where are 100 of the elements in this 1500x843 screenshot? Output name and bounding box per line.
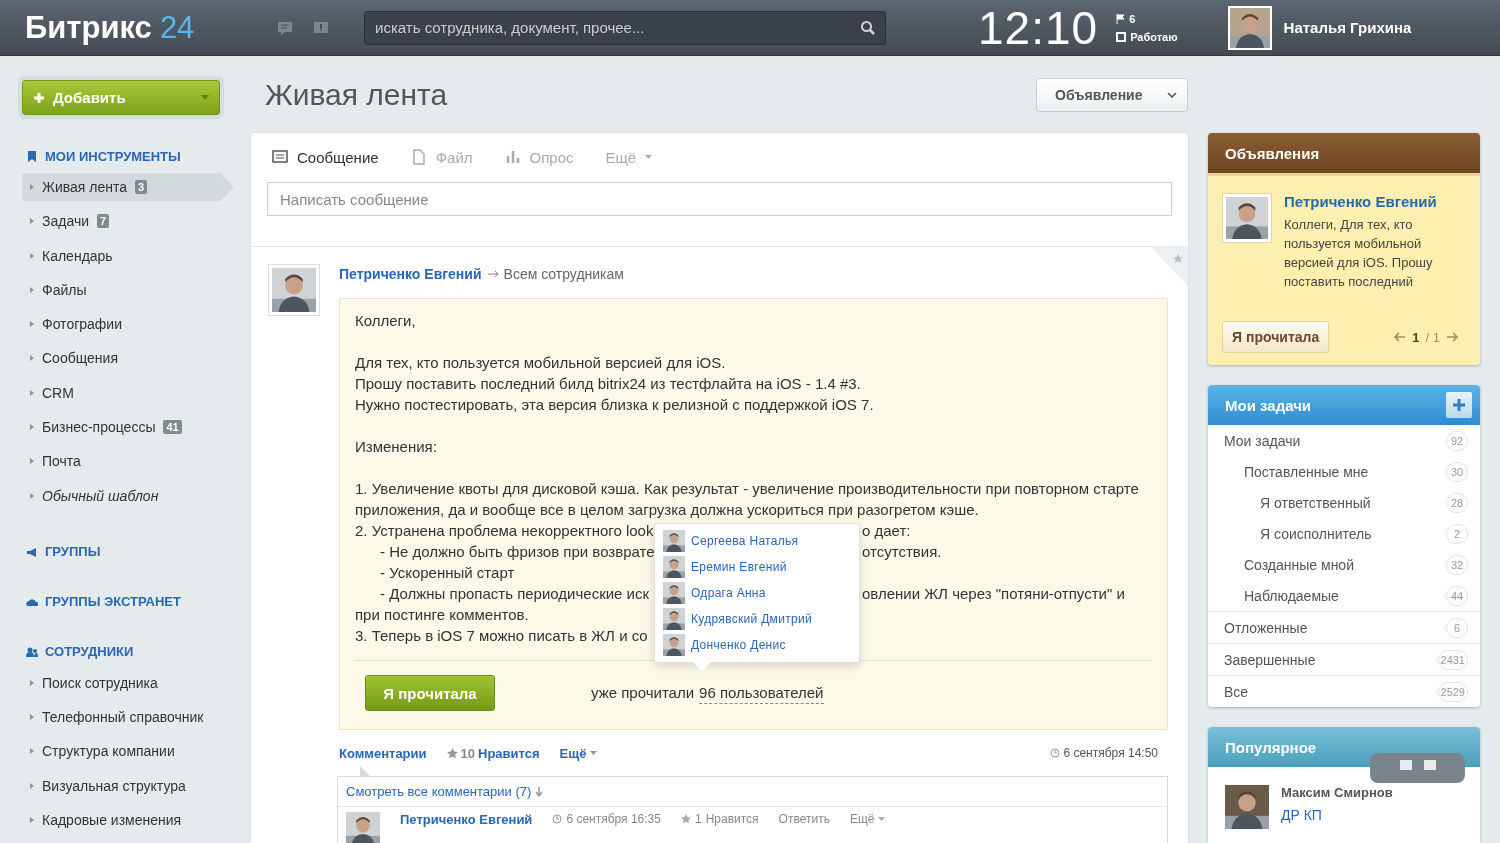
reader-link[interactable]: Кудрявский Дмитрий — [691, 612, 812, 626]
reader-link[interactable]: Одрага Анна — [691, 586, 766, 600]
post-text: 2. Устранена проблема некорректного look — [355, 522, 654, 539]
user-name[interactable]: Наталья Грихина — [1283, 19, 1412, 36]
people-icon — [26, 645, 38, 658]
stop-icon — [1116, 31, 1127, 42]
more-link[interactable]: Ещё — [559, 745, 587, 761]
add-task-button[interactable] — [1446, 392, 1472, 418]
view-all-comments-link[interactable]: Смотреть все комментарии (7) — [346, 784, 532, 799]
composer-tab[interactable]: Сообщение — [272, 145, 379, 169]
star-icon[interactable] — [1150, 246, 1188, 286]
author-link[interactable]: Петриченко Евгений — [1284, 193, 1466, 210]
task-filter-item[interactable]: Все 2529 — [1208, 676, 1480, 707]
sidebar-item[interactable]: Задачи 7 — [22, 207, 220, 236]
left-arrow-icon[interactable] — [1394, 332, 1407, 342]
message-icon — [272, 149, 288, 165]
read-button[interactable]: Я прочитала — [1222, 321, 1330, 353]
arrow-icon — [487, 270, 500, 278]
search-field[interactable]: искать сотрудника, документ, прочее... — [364, 10, 886, 45]
post-text: - Должны пропасть периодические иск — [380, 585, 650, 602]
post-text: Коллеги, — [355, 312, 416, 329]
task-filter-item[interactable]: Я ответственный 28 — [1208, 487, 1480, 518]
sidebar-item[interactable]: Почта — [22, 447, 220, 476]
sidebar-item[interactable]: Сообщения — [22, 344, 220, 373]
reader-link[interactable]: Сергеева Наталья — [691, 534, 799, 548]
post-text: - Ускоренный старт — [380, 564, 515, 581]
post-text: 3. Теперь в iOS 7 можно писать в ЖЛ и со — [355, 627, 648, 644]
post-date: 6 сентября 14:50 — [1063, 746, 1158, 760]
panel-header: Мои задачи — [1208, 385, 1480, 425]
sidebar-item[interactable]: Файлы — [22, 275, 220, 304]
right-arrow-icon[interactable] — [1446, 332, 1458, 342]
sidebar-item[interactable]: Календарь — [22, 241, 220, 270]
chat-icon[interactable] — [277, 20, 293, 35]
window-icon[interactable] — [1398, 759, 1413, 771]
recipient: Всем сотрудникам — [503, 266, 624, 282]
window-icon[interactable] — [1422, 759, 1437, 771]
post-text: отсутствия. — [862, 543, 942, 560]
dropdown-button[interactable]: Объявление — [1036, 77, 1188, 112]
reply-link[interactable]: Ответить — [778, 812, 830, 826]
reader-link[interactable]: Донченко Денис — [691, 638, 786, 652]
star-icon — [446, 747, 458, 759]
count-badge: 7 — [97, 214, 110, 229]
caret-icon — [645, 155, 653, 159]
task-filter-item[interactable]: Поставленные мне 30 — [1208, 456, 1480, 487]
message-field[interactable]: Написать сообщение — [267, 182, 1172, 216]
megaphone-icon — [26, 545, 38, 558]
count-badge: 3 — [135, 180, 148, 194]
page-total: / 1 — [1425, 329, 1440, 345]
logo[interactable]: Битрикс 24 — [25, 9, 235, 46]
search-icon[interactable] — [860, 19, 876, 36]
person-name[interactable]: Максим Смирнов — [1281, 785, 1393, 800]
person-link[interactable]: ДР КП — [1281, 807, 1393, 823]
caret-icon — [590, 751, 598, 755]
caret-icon — [201, 95, 209, 100]
notification-icon[interactable] — [313, 20, 329, 35]
post-text: о дает: — [862, 522, 911, 539]
count-badge: 41 — [163, 420, 182, 435]
task-filter-item[interactable]: Завершенные 2431 — [1208, 644, 1480, 675]
down-arrow-icon — [535, 786, 544, 797]
flag-count[interactable]: 6 — [1129, 12, 1136, 25]
star-icon — [680, 814, 691, 824]
section-title[interactable]: МОИ ИНСТРУМЕНТЫ — [45, 148, 181, 164]
caret-icon — [878, 817, 886, 821]
comments-link[interactable]: Комментарии — [339, 745, 427, 761]
reader-link[interactable]: Еремин Евгений — [691, 560, 787, 574]
sidebar-item[interactable]: Поиск сотрудника — [22, 668, 220, 697]
plus-icon — [33, 91, 45, 104]
sidebar-item[interactable]: Визуальная структура — [22, 771, 220, 800]
section-title[interactable]: ГРУППЫ ЭКСТРАНЕТ — [45, 594, 181, 610]
task-filter-item[interactable]: Я соисполнитель 2 — [1208, 518, 1480, 549]
more-link[interactable]: Ещё — [849, 812, 875, 826]
likes-count: 10 — [460, 745, 475, 761]
comment-author-link[interactable]: Петриченко Евгений — [400, 812, 533, 827]
section-title[interactable]: СОТРУДНИКИ — [45, 644, 134, 660]
sidebar-item[interactable]: Телефонный справочник — [22, 702, 220, 731]
like-link[interactable]: Нравится — [478, 745, 540, 761]
panel-header: Объявления — [1208, 133, 1480, 176]
task-filter-item[interactable]: Мои задачи 92 — [1208, 425, 1480, 456]
flag-icon — [1116, 13, 1126, 24]
post-text: - Не должно быть фризов при возврате — [380, 543, 655, 560]
task-filter-item[interactable]: Отложенные 6 — [1208, 612, 1480, 643]
sidebar-item[interactable]: Бизнес-процессы 41 — [22, 413, 220, 442]
sidebar-item[interactable]: Структура компании — [22, 737, 220, 766]
author-link[interactable]: Петриченко Евгений — [339, 266, 482, 282]
work-status[interactable]: Работаю — [1130, 30, 1178, 43]
sidebar-item[interactable]: Обычный шаблон — [22, 481, 220, 510]
task-filter-item[interactable]: Созданные мной 32 — [1208, 549, 1480, 580]
clock-icon — [1050, 748, 1061, 758]
file-icon — [410, 149, 427, 165]
task-filter-item[interactable]: Наблюдаемые 44 — [1208, 580, 1480, 611]
section-title[interactable]: ГРУППЫ — [45, 544, 101, 560]
sidebar-item[interactable]: CRM — [22, 378, 220, 407]
read-text: уже прочитали — [591, 683, 695, 703]
page-number: 1 — [1412, 329, 1420, 345]
readers-link[interactable]: 96 пользователей — [699, 682, 824, 704]
post-text: Нужно постестировать, эта версия близка к релизной с поддержкой iOS 7. — [355, 396, 874, 413]
sidebar-item[interactable]: Кадровые изменения — [22, 805, 220, 834]
like-link[interactable]: Нравится — [705, 812, 759, 826]
sidebar-item[interactable]: Фотографии — [22, 310, 220, 339]
bookmark-icon — [26, 150, 38, 162]
